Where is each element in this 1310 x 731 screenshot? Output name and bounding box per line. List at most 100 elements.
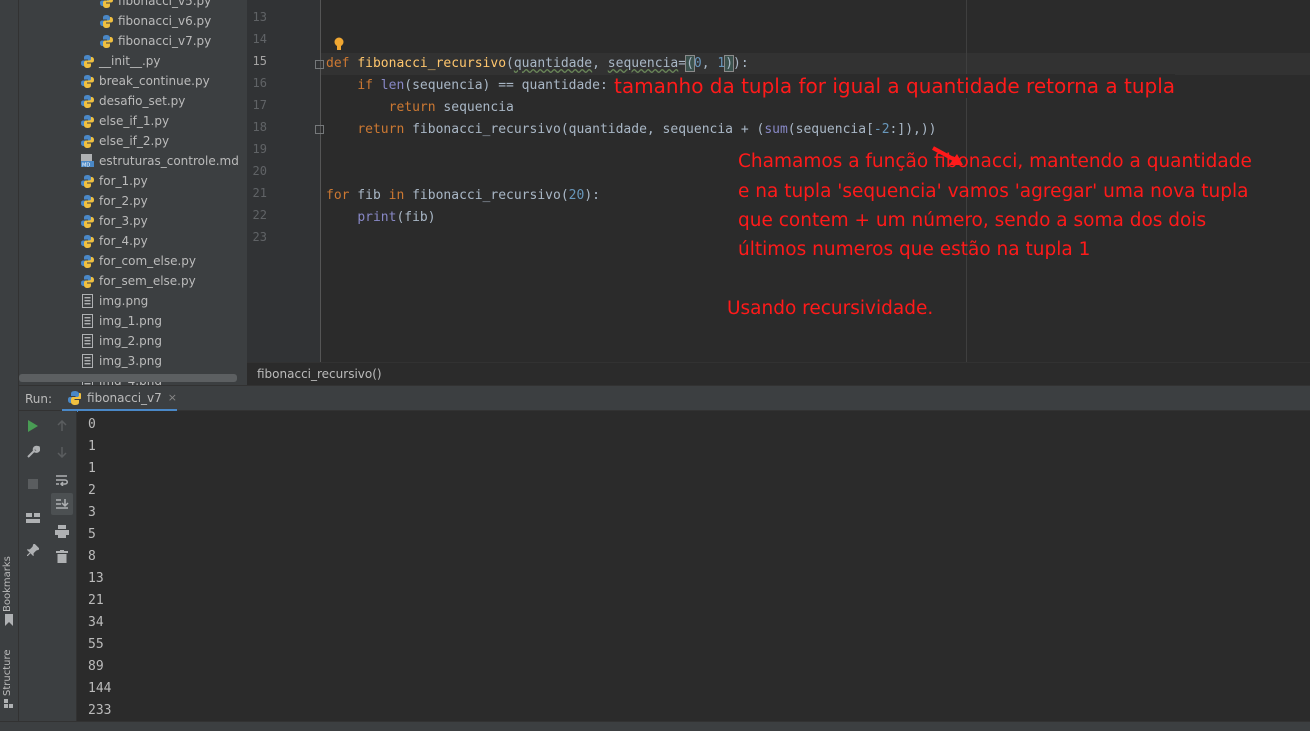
tree-item-label: fibonacci_v6.py: [118, 14, 212, 28]
code-text: (sequencia) == quantidade:: [404, 78, 608, 93]
stop-icon: [28, 479, 38, 489]
rerun-button[interactable]: [22, 415, 44, 437]
tree-item[interactable]: for_2.py: [81, 191, 148, 211]
fold-marker-icon[interactable]: [315, 125, 324, 134]
tree-item[interactable]: else_if_1.py: [81, 111, 169, 131]
param-name: sequencia: [607, 56, 679, 71]
tree-item[interactable]: __init__.py: [81, 51, 161, 71]
tree-item[interactable]: img_2.png: [81, 331, 162, 351]
clear-all-button[interactable]: [51, 545, 73, 567]
tree-item[interactable]: for_3.py: [81, 211, 148, 231]
console-line: 89: [88, 659, 104, 674]
annotation-note-line3: que contem + um número, sendo a soma dos…: [738, 210, 1207, 231]
console-line: 2: [88, 483, 96, 498]
run-toolbar: [19, 411, 77, 721]
soft-wrap-button[interactable]: [51, 469, 73, 491]
tree-item-label: img_1.png: [99, 314, 162, 328]
tree-item[interactable]: desafio_set.py: [81, 91, 185, 111]
code-text: (sequencia[: [787, 122, 874, 137]
breadcrumb[interactable]: fibonacci_recursivo(): [257, 367, 382, 381]
tree-item-label: __init__.py: [99, 54, 161, 68]
line-number: 14: [252, 32, 267, 46]
console-line: 1: [88, 439, 96, 454]
tree-item-label: else_if_1.py: [99, 114, 170, 128]
editor-gutter: 12 13 14 15 16 17 18 19 20 21 22 23: [247, 0, 320, 362]
number-literal: 20: [568, 188, 585, 203]
scroll-down-button[interactable]: [51, 441, 73, 463]
tree-item-label: for_1.py: [99, 174, 148, 188]
code-line-17: return sequencia: [326, 100, 514, 115]
tree-item[interactable]: img.png: [81, 291, 148, 311]
builtin-name: print: [357, 210, 397, 225]
arrow-up-icon: [57, 420, 67, 431]
layout-button[interactable]: [22, 507, 44, 529]
close-icon[interactable]: ×: [168, 391, 177, 404]
play-icon: [28, 420, 38, 432]
console-line: 0: [88, 417, 96, 432]
builtin-name: len: [380, 78, 405, 93]
modify-run-config-button[interactable]: [22, 441, 44, 463]
bookmarks-tab[interactable]: Bookmarks: [2, 556, 13, 612]
tree-item[interactable]: img_1.png: [81, 311, 162, 331]
tree-item[interactable]: fibonacci_v6.py: [100, 11, 211, 31]
run-panel-header: Run: fibonacci_v7 ×: [19, 385, 1310, 412]
console-line: 34: [88, 615, 104, 630]
code-text: fibonacci_recursivo(quantidade, sequenci…: [404, 122, 765, 137]
code-text: sequencia: [435, 100, 514, 115]
tree-item[interactable]: for_com_else.py: [81, 251, 196, 271]
code-editor[interactable]: 12 13 14 15 16 17 18 19 20 21 22 23 def fibonacci_r…: [247, 0, 1310, 362]
scroll-up-button[interactable]: [51, 415, 73, 437]
python-file-icon: [81, 254, 94, 268]
print-button[interactable]: [51, 520, 73, 542]
tree-item[interactable]: for_4.py: [81, 231, 148, 251]
scroll-to-end-button[interactable]: [51, 493, 73, 515]
python-file-icon: [81, 134, 94, 148]
keyword: return: [357, 122, 405, 137]
trash-icon: [56, 549, 68, 563]
tree-item-label: for_4.py: [99, 234, 148, 248]
fold-marker-icon[interactable]: [315, 60, 324, 69]
tree-item[interactable]: for_sem_else.py: [81, 271, 196, 291]
image-file-icon: [81, 334, 94, 348]
keyword: def: [326, 56, 350, 71]
tree-item-label: for_sem_else.py: [99, 274, 196, 288]
tree-item[interactable]: for_1.py: [81, 171, 148, 191]
tree-item[interactable]: MD estruturas_controle.md: [81, 151, 239, 171]
scroll-to-end-icon: [56, 499, 69, 509]
python-file-icon: [81, 274, 94, 288]
stop-button[interactable]: [22, 473, 44, 495]
run-console-output[interactable]: 0 1 1 2 3 5 8 13 21 34 55 89 144 233: [78, 411, 1310, 721]
console-line: 3: [88, 505, 96, 520]
tree-item[interactable]: img_3.png: [81, 351, 162, 371]
annotation-note-line2: e na tupla 'sequencia' vamos 'agregar' u…: [738, 181, 1249, 202]
left-tool-stripe: Bookmarks Structure: [0, 0, 19, 731]
image-file-icon: [81, 314, 94, 328]
project-tree: fibonacci_v5.py fibonacci_v6.py fibonacci_…: [19, 0, 247, 385]
tree-item-label: desafio_set.py: [99, 94, 186, 108]
tree-item[interactable]: else_if_2.py: [81, 131, 169, 151]
code-text: fibonacci_recursivo(: [404, 188, 569, 203]
number-literal: 0: [693, 56, 702, 71]
tree-item-label: estruturas_controle.md: [99, 154, 239, 168]
python-file-icon: [81, 214, 94, 228]
code-line-18: return fibonacci_recursivo(quantidade, s…: [326, 122, 936, 137]
code-line-22: print(fib): [326, 210, 436, 225]
tree-item[interactable]: fibonacci_v5.py: [100, 0, 211, 11]
code-text: fib: [349, 188, 389, 203]
run-tab[interactable]: fibonacci_v7 ×: [62, 386, 177, 412]
breadcrumb-bar: fibonacci_recursivo(): [247, 362, 1310, 385]
structure-tab[interactable]: Structure: [2, 649, 13, 696]
line-number: 23: [252, 230, 267, 244]
line-number: 19: [252, 142, 267, 156]
code-line-16: if len(sequencia) == quantidade:: [326, 78, 608, 93]
tree-item-label: fibonacci_v5.py: [118, 0, 212, 8]
line-number: 16: [252, 76, 267, 90]
lightbulb-icon[interactable]: [334, 37, 344, 51]
tree-item[interactable]: break_continue.py: [81, 71, 210, 91]
console-line: 21: [88, 593, 104, 608]
code-text: (fib): [396, 210, 436, 225]
pin-tab-button[interactable]: [22, 539, 44, 561]
tree-item[interactable]: fibonacci_v7.py: [100, 31, 211, 51]
tree-horizontal-scrollbar[interactable]: [19, 374, 237, 382]
tree-item-label: img.png: [99, 294, 149, 308]
